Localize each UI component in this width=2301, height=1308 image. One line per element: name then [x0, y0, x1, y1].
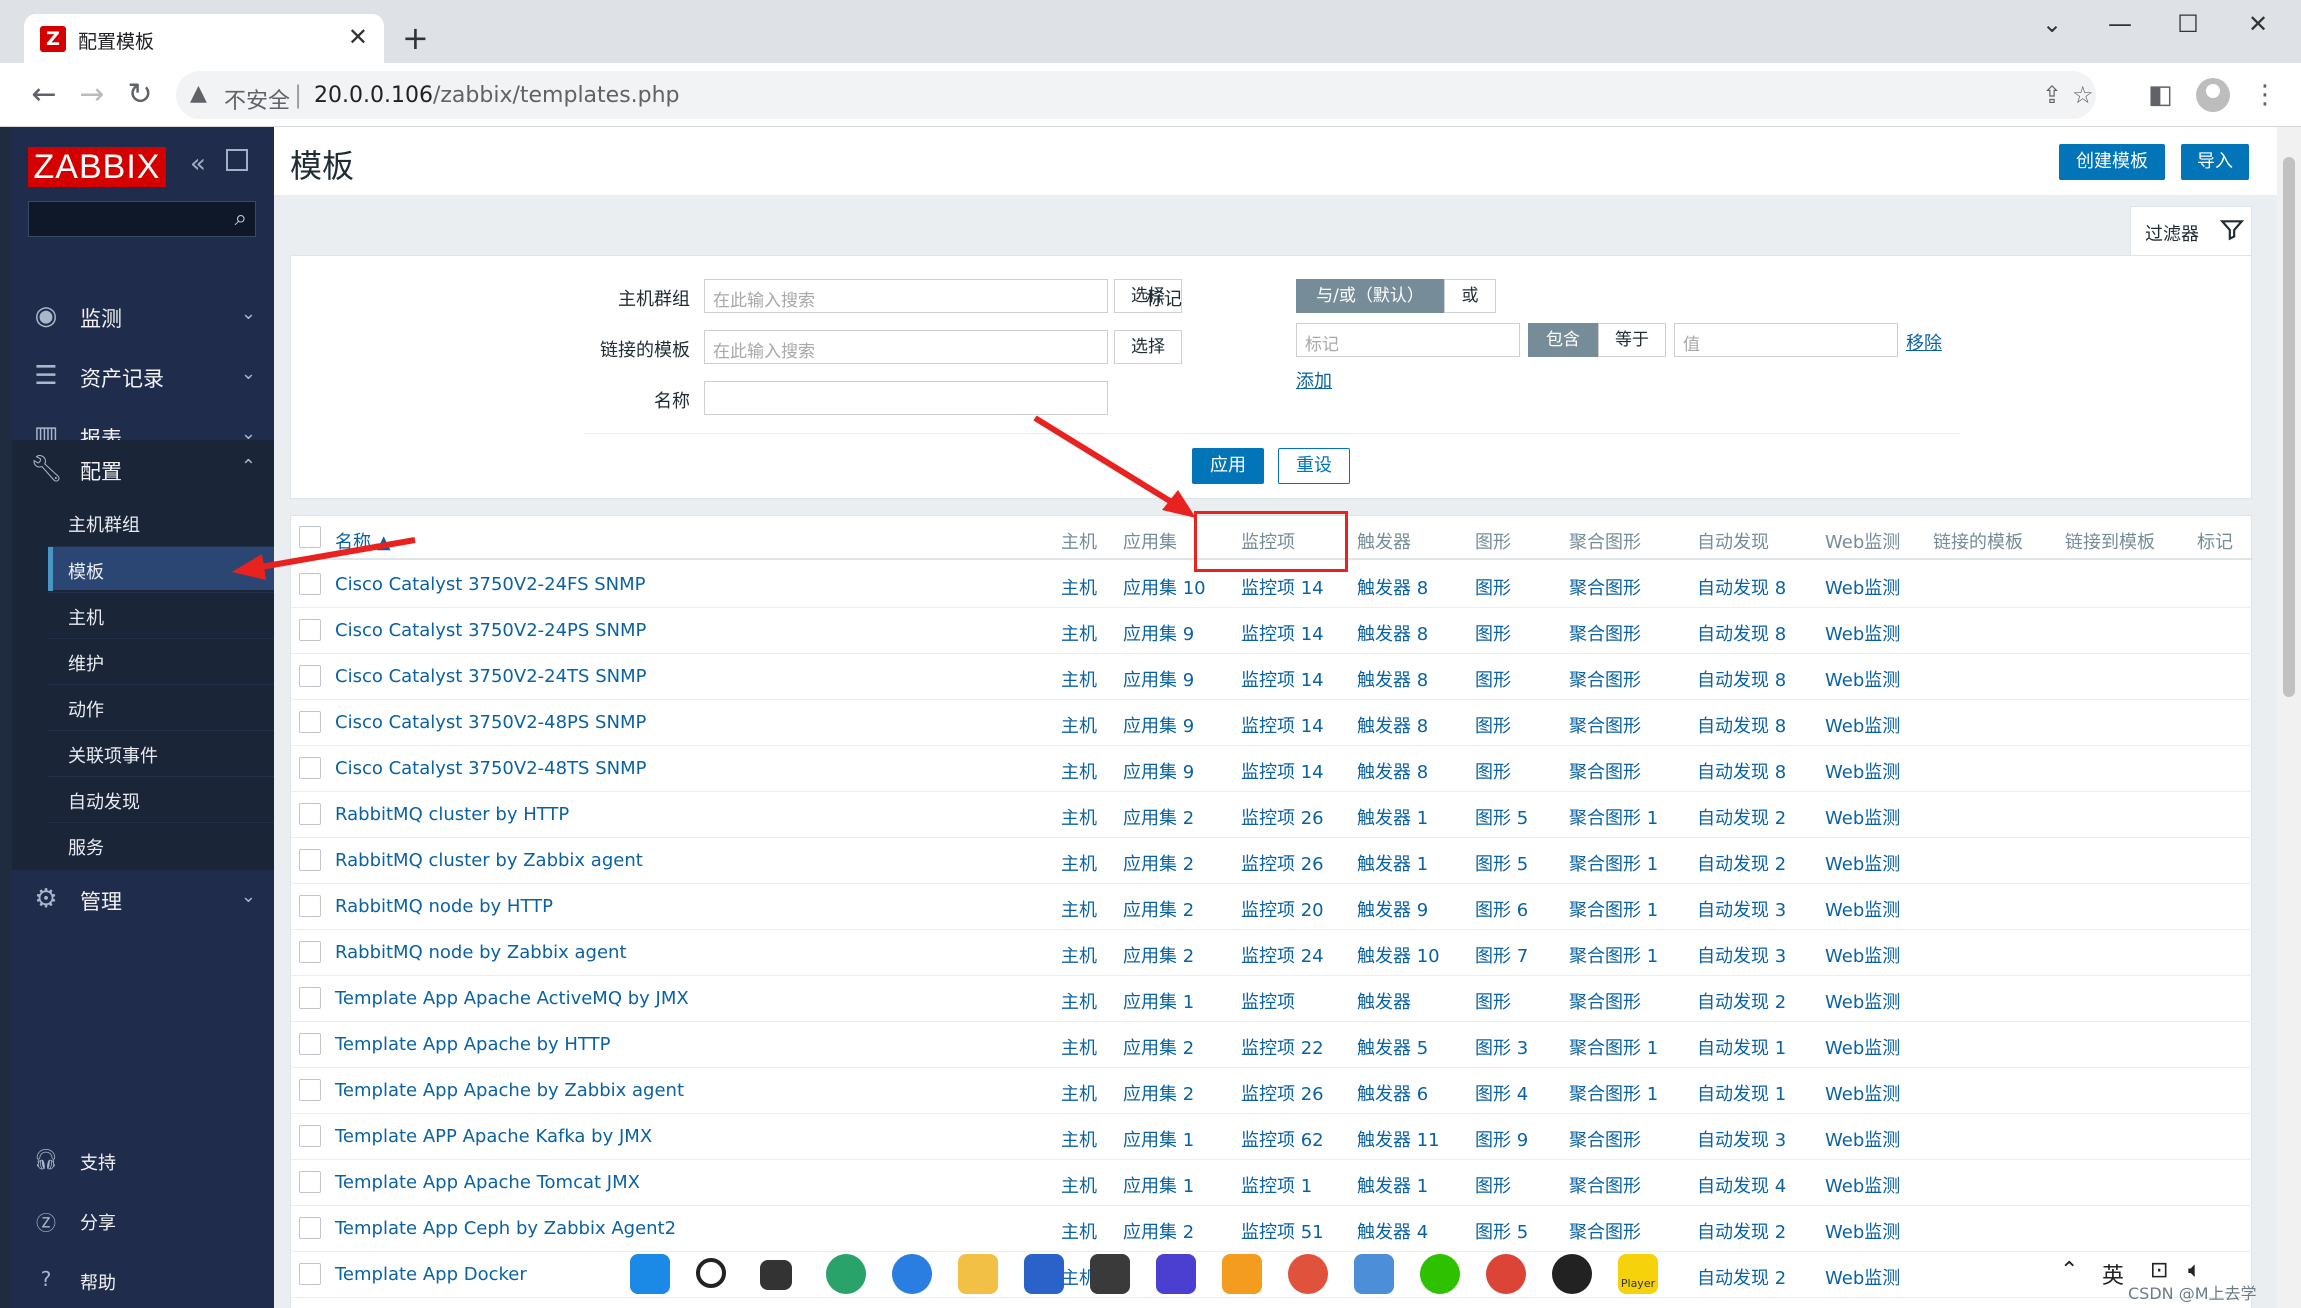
app-icon[interactable] — [1222, 1254, 1262, 1294]
ime-indicator[interactable]: 英 — [2102, 1258, 2124, 1290]
app-icon[interactable] — [1090, 1254, 1130, 1294]
app-icon[interactable] — [892, 1254, 932, 1294]
arrow-to-items-head — [1162, 490, 1196, 518]
qq-icon[interactable] — [1552, 1254, 1592, 1294]
store-icon[interactable] — [1024, 1254, 1064, 1294]
tray-chevron-up-icon[interactable]: ⌃ — [2060, 1258, 2078, 1283]
search-icon[interactable] — [696, 1258, 726, 1288]
notepad-icon[interactable] — [1354, 1254, 1394, 1294]
taskbar: Player — [620, 1250, 1720, 1300]
player-icon[interactable]: Player — [1618, 1254, 1658, 1294]
chrome-icon[interactable] — [1486, 1254, 1526, 1294]
task-view-icon[interactable] — [760, 1260, 792, 1290]
app-icon[interactable] — [1288, 1254, 1328, 1294]
watermark: CSDN @M上去学 — [2128, 1284, 2257, 1303]
arrow-to-items-line — [1033, 415, 1180, 509]
scroll-thumb[interactable] — [2283, 157, 2295, 697]
annotation-arrows — [232, 415, 1196, 580]
arrow-to-templates-head — [232, 554, 266, 580]
app-icon[interactable] — [1156, 1254, 1196, 1294]
edge-icon[interactable] — [826, 1254, 866, 1294]
page-scrollbar[interactable] — [2277, 127, 2301, 1308]
file-explorer-icon[interactable] — [958, 1254, 998, 1294]
wechat-icon[interactable] — [1420, 1254, 1460, 1294]
arrow-to-templates-line — [254, 537, 416, 571]
windows-start-icon[interactable] — [630, 1254, 670, 1294]
